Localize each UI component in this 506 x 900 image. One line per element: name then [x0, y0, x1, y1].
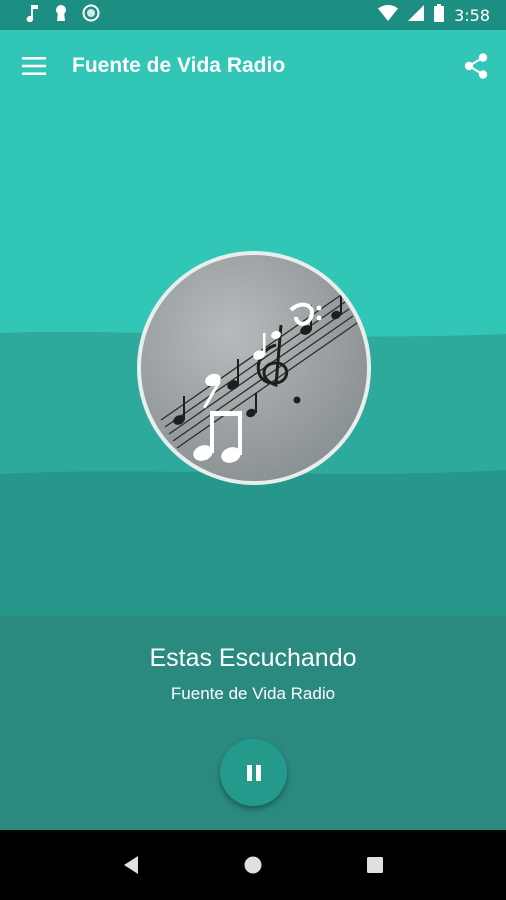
system-nav-bar — [0, 830, 506, 900]
share-icon[interactable] — [464, 53, 488, 79]
sync-circle-icon — [82, 4, 100, 27]
keyhole-icon — [54, 4, 68, 27]
station-name: Fuente de Vida Radio — [170, 684, 336, 703]
now-playing-label: Estas Escuchando — [149, 644, 357, 672]
music-notes-illustration — [160, 293, 358, 463]
clock: 3:58 — [454, 5, 490, 25]
status-bar: 3:58 — [0, 0, 506, 30]
app-bar: Fuente de Vida Radio — [0, 30, 506, 102]
recents-icon[interactable] — [367, 857, 384, 873]
status-notifications — [26, 4, 100, 27]
page-title: Fuente de Vida Radio — [72, 54, 286, 77]
pause-icon — [246, 764, 261, 781]
hamburger-menu-icon[interactable] — [22, 57, 46, 75]
status-system: 3:58 — [378, 3, 490, 27]
home-icon[interactable] — [244, 856, 262, 874]
signal-icon — [408, 4, 425, 26]
wifi-icon — [378, 4, 399, 26]
music-note-icon — [26, 4, 40, 27]
station-artwork — [137, 251, 371, 485]
pause-button[interactable] — [220, 739, 287, 806]
back-icon[interactable] — [123, 856, 139, 874]
battery-icon — [434, 3, 445, 27]
